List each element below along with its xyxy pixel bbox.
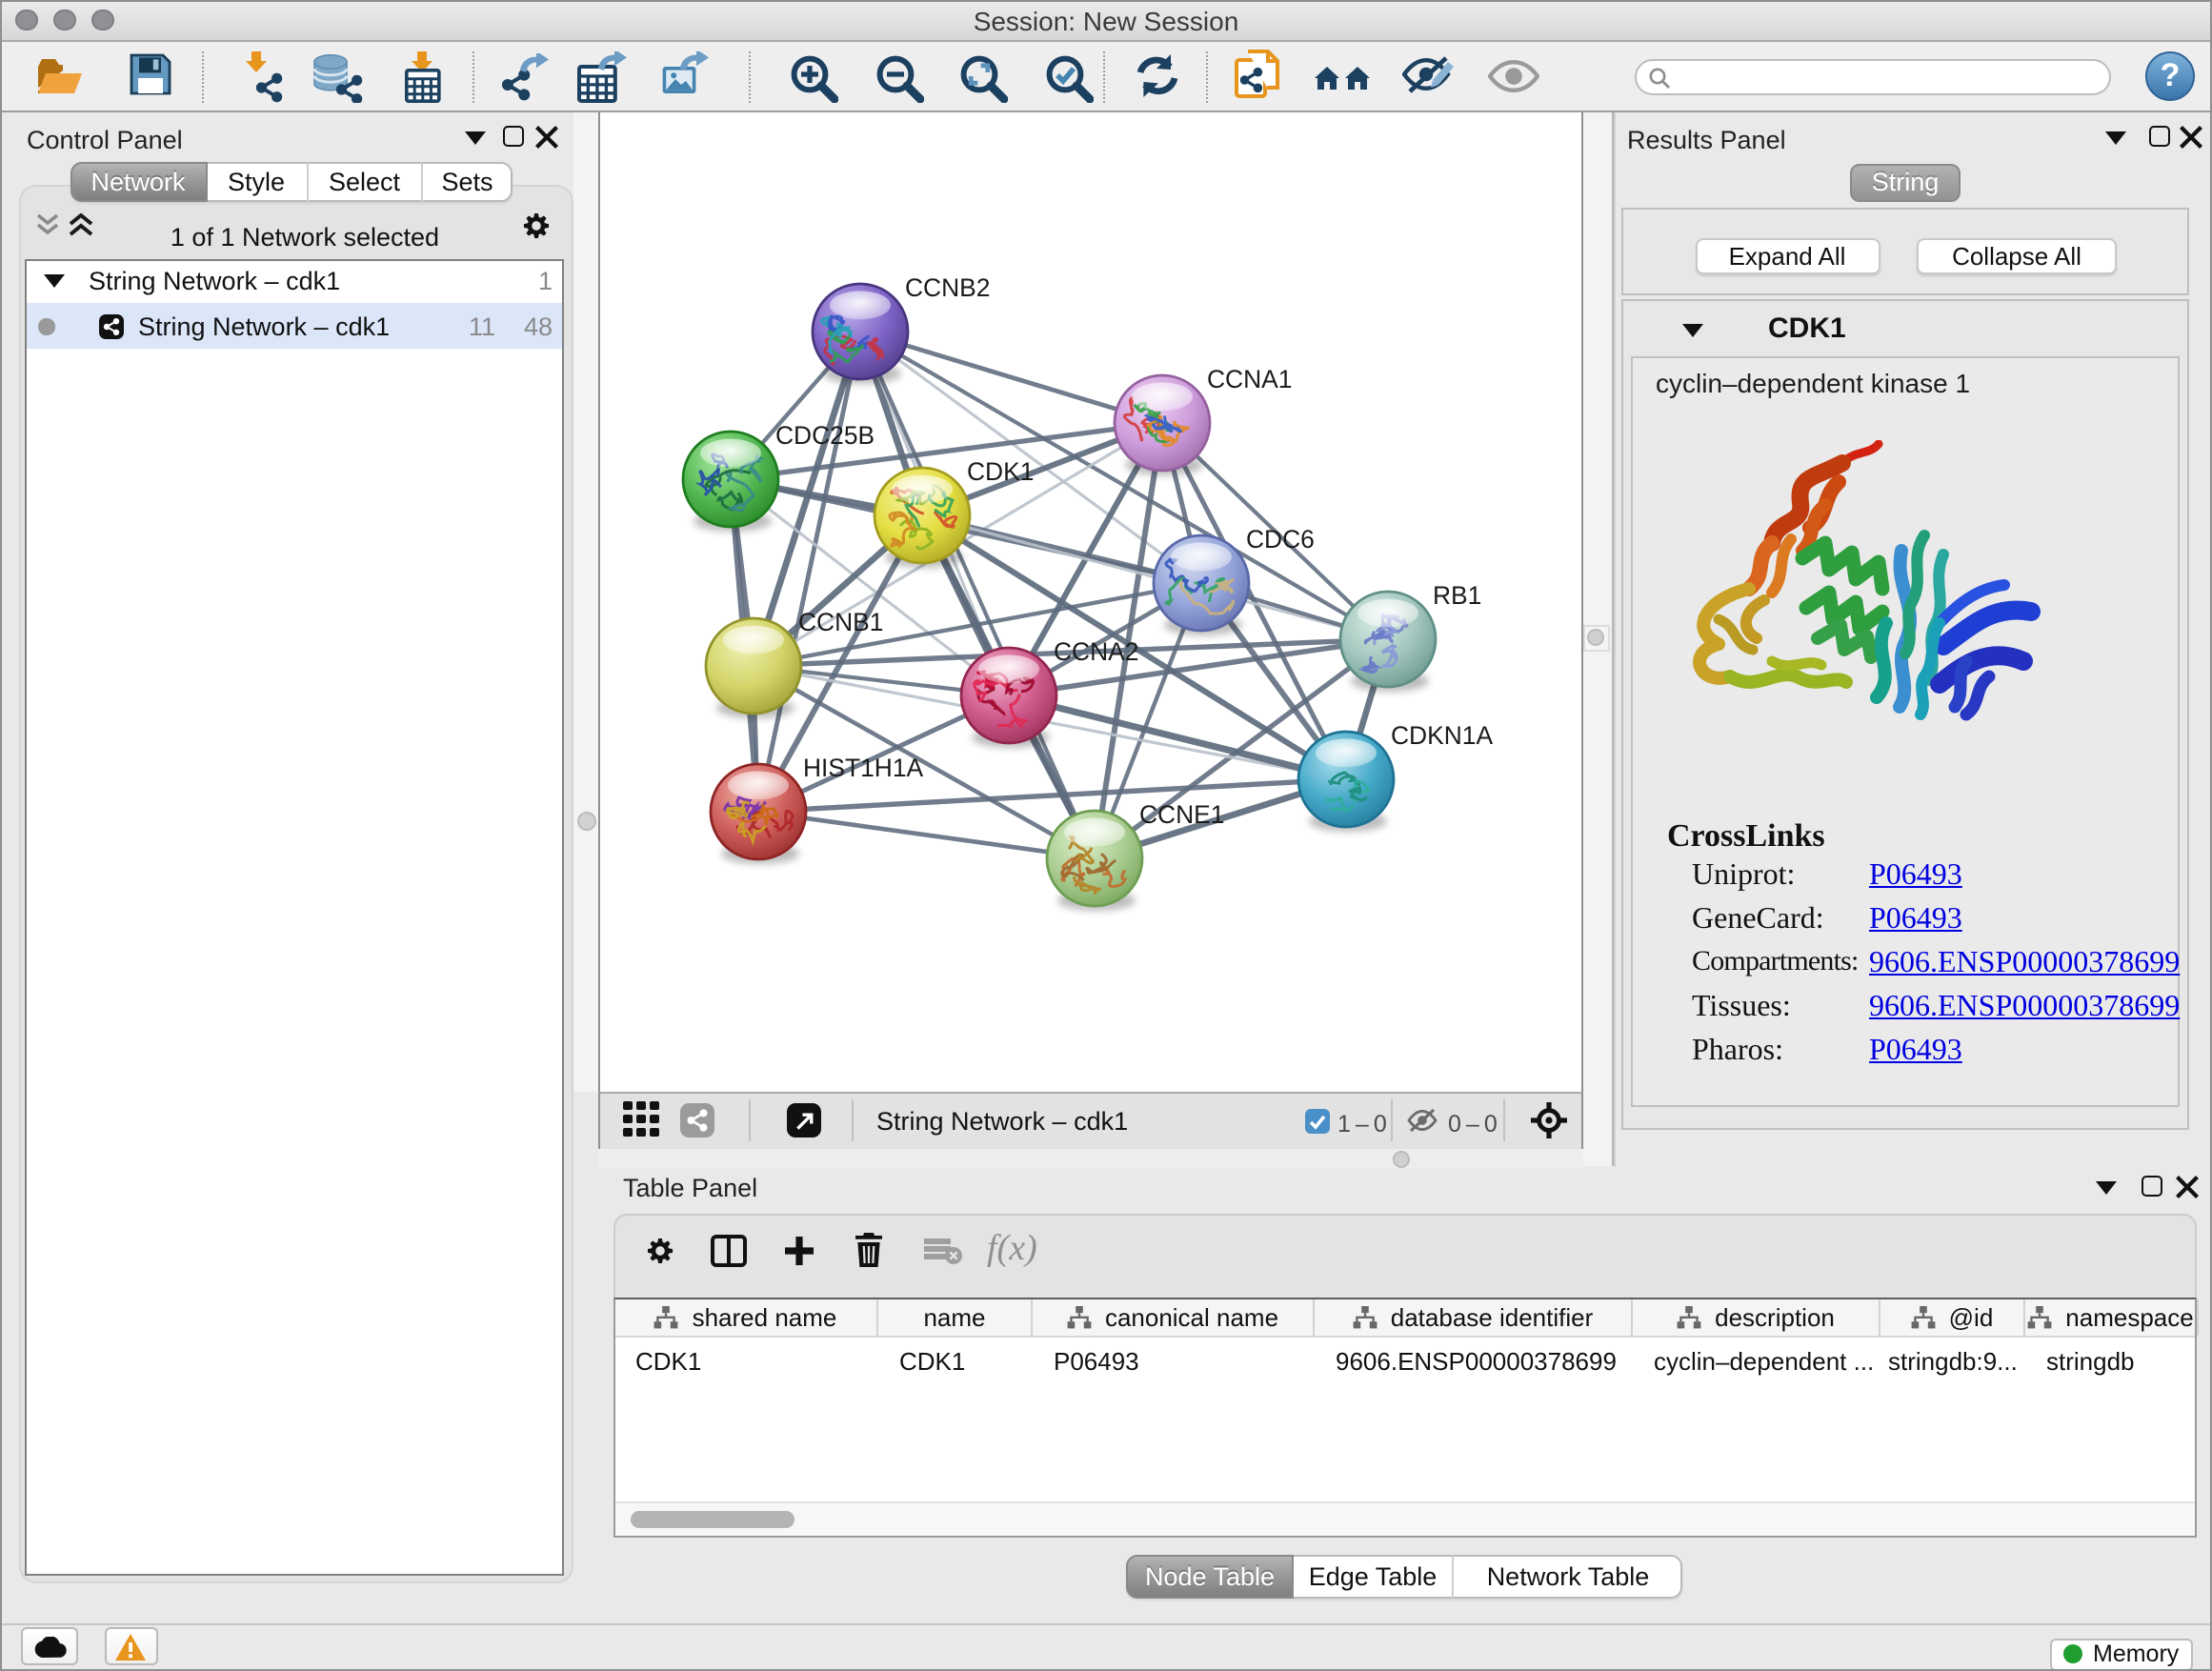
svg-text:HIST1H1A: HIST1H1A [803,754,924,782]
svg-text:CCNA1: CCNA1 [1207,365,1292,393]
svg-text:CCNA2: CCNA2 [1054,637,1138,666]
svg-text:CCNB1: CCNB1 [798,608,883,636]
svg-text:RB1: RB1 [1433,581,1481,610]
svg-text:CDC6: CDC6 [1246,525,1315,554]
svg-text:CCNE1: CCNE1 [1139,800,1224,829]
svg-text:CDC25B: CDC25B [775,421,875,450]
svg-text:CCNB2: CCNB2 [905,273,990,302]
svg-text:CDKN1A: CDKN1A [1391,721,1493,750]
svg-text:CDK1: CDK1 [967,457,1034,486]
